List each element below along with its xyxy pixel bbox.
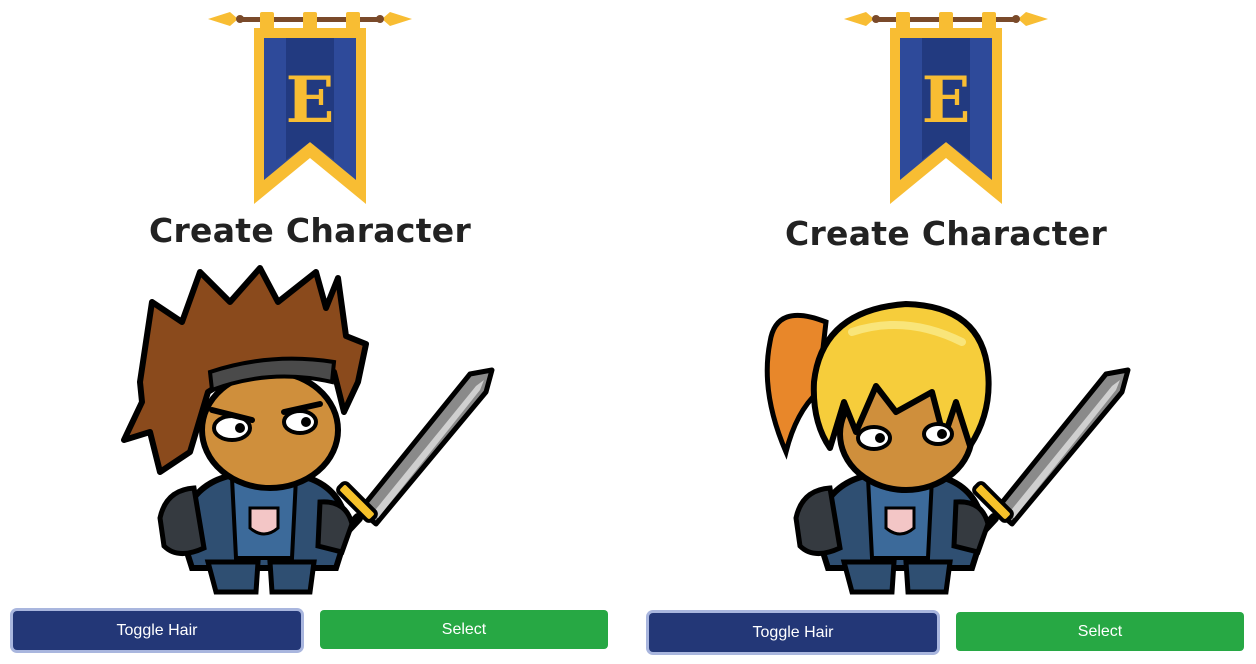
character-panel-right: E Create Character Toggle Hair Select bbox=[646, 0, 1246, 664]
toggle-hair-button[interactable]: Toggle Hair bbox=[649, 613, 937, 652]
banner-logo: E bbox=[844, 12, 1048, 204]
character-brown-hair bbox=[121, 265, 495, 595]
select-button[interactable]: Select bbox=[320, 610, 608, 649]
character-panel-left: E Create Character Toggle Hair Select bbox=[10, 0, 610, 664]
select-button[interactable]: Select bbox=[956, 612, 1244, 651]
banner-letter: E bbox=[922, 63, 971, 138]
toggle-hair-button[interactable]: Toggle Hair bbox=[13, 611, 301, 650]
banner-logo: E bbox=[208, 12, 412, 204]
banner-letter: E bbox=[286, 63, 335, 138]
page-title: Create Character bbox=[148, 211, 472, 250]
page-title: Create Character bbox=[784, 214, 1108, 253]
character-blonde-hair bbox=[764, 301, 1131, 595]
